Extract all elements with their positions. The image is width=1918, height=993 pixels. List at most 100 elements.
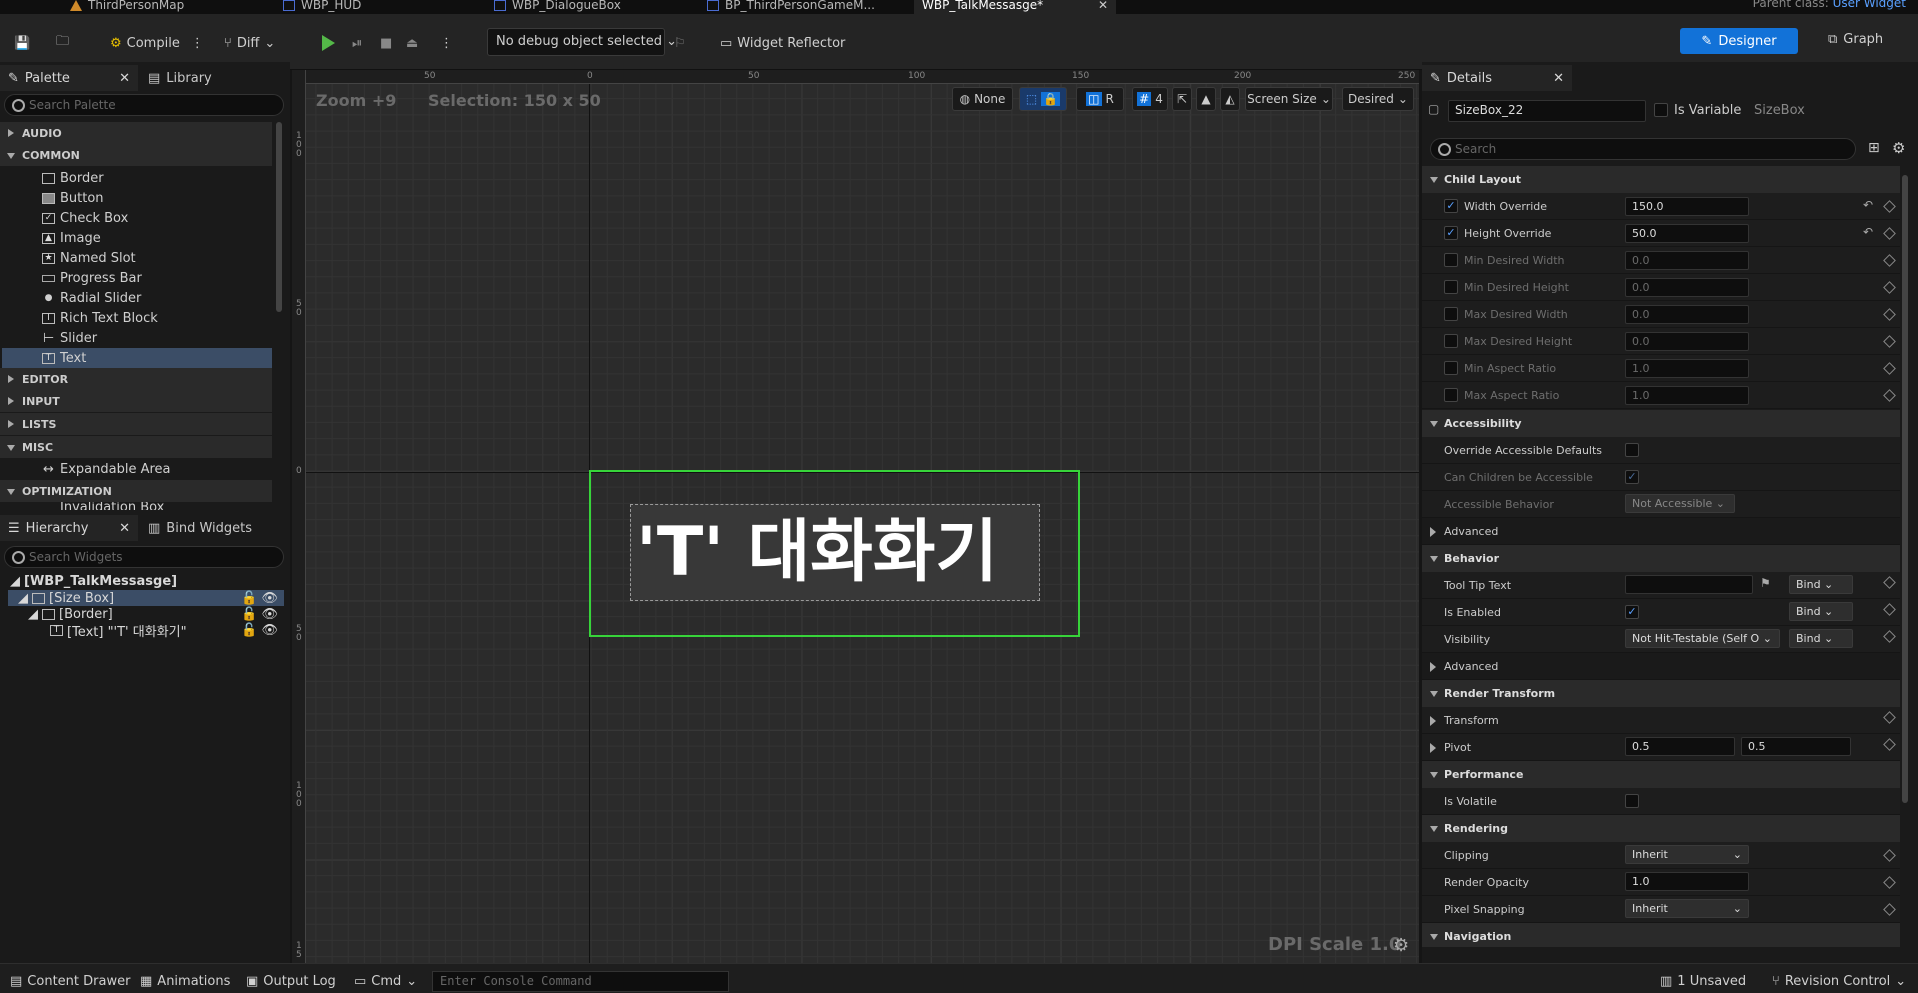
override-checkbox[interactable]: ✓ bbox=[1444, 199, 1458, 213]
play-options-button[interactable]: ⋮ bbox=[440, 32, 453, 54]
override-value-field[interactable]: 0.0 bbox=[1625, 251, 1749, 270]
fill-screen-dropdown[interactable]: Desired ⌄ bbox=[1342, 87, 1414, 111]
palette-category-input[interactable]: INPUT bbox=[0, 390, 272, 412]
override-checkbox[interactable]: ✓ bbox=[1444, 226, 1458, 240]
override-accessible-checkbox[interactable] bbox=[1625, 443, 1639, 457]
accessible-behavior-dropdown[interactable]: Not Accessible ⌄ bbox=[1625, 494, 1735, 513]
override-checkbox[interactable] bbox=[1444, 307, 1458, 321]
debug-filter-button[interactable]: ⚐ bbox=[674, 32, 686, 54]
override-checkbox[interactable] bbox=[1444, 361, 1458, 375]
tooltip-field[interactable] bbox=[1625, 575, 1753, 594]
override-checkbox[interactable] bbox=[1444, 334, 1458, 348]
output-log-button[interactable]: ▣ Output Log bbox=[246, 974, 336, 989]
hierarchy-item-size-box[interactable]: ◢ [Size Box] 🔓 👁 bbox=[8, 590, 284, 606]
tab-bind-widgets[interactable]: ▥ Bind Widgets bbox=[140, 515, 260, 541]
palette-item-invalidation-box[interactable]: Invalidation Box bbox=[42, 502, 164, 510]
tab-bp-thirdpersongamemode[interactable]: BP_ThirdPersonGameM... bbox=[707, 0, 875, 14]
palette-item-border[interactable]: Border bbox=[42, 168, 104, 188]
tab-details[interactable]: ✎ Details ✕ bbox=[1422, 65, 1572, 91]
section-behavior[interactable]: Behavior bbox=[1422, 545, 1900, 572]
dpi-settings-gear-icon[interactable]: ⚙ bbox=[1393, 935, 1409, 956]
palette-category-common[interactable]: COMMON bbox=[0, 144, 272, 166]
lock-icon[interactable]: 🔓 bbox=[241, 623, 257, 638]
is-volatile-checkbox[interactable] bbox=[1625, 794, 1639, 808]
culture-preview-button[interactable]: ◍ None bbox=[952, 87, 1013, 111]
palette-item-expandable-area[interactable]: ↔ Expandable Area bbox=[42, 459, 170, 479]
revision-control-button[interactable]: ⑂ Revision Control ⌄ bbox=[1772, 974, 1906, 989]
compile-button[interactable]: ⚙ Compile ⋮ bbox=[110, 32, 204, 54]
diff-button[interactable]: ⑂ Diff ⌄ bbox=[224, 32, 275, 54]
flip-button[interactable]: ◭ bbox=[1220, 87, 1240, 111]
tab-third-person-map[interactable]: ThirdPersonMap bbox=[70, 0, 184, 14]
details-search-input[interactable]: Search bbox=[1430, 138, 1856, 160]
reset-to-default-icon[interactable]: ↶ bbox=[1863, 225, 1873, 239]
pivot-x-field[interactable]: 0.5 bbox=[1625, 737, 1735, 756]
play-button[interactable] bbox=[322, 32, 335, 54]
save-button[interactable]: 💾 bbox=[14, 32, 30, 54]
tab-wbp-talkmessasge[interactable]: WBP_TalkMessasge* ✕ bbox=[914, 0, 1116, 14]
section-rendering[interactable]: Rendering bbox=[1422, 815, 1900, 842]
settings-gear-icon[interactable]: ⚙ bbox=[1892, 139, 1905, 157]
step-button[interactable]: ⏯ bbox=[352, 32, 362, 54]
hierarchy-item-text[interactable]: T [Text] "'T' 대화화기" 🔓 👁 bbox=[50, 622, 284, 640]
tab-library[interactable]: ▤ Library bbox=[140, 65, 220, 91]
text-widget[interactable]: 'T' 대화화기 bbox=[636, 508, 1040, 598]
lock-icon[interactable]: 🔓 bbox=[241, 607, 257, 622]
override-value-field[interactable]: 0.0 bbox=[1625, 332, 1749, 351]
preview-mode-button[interactable]: ⇱ bbox=[1172, 87, 1192, 111]
section-accessibility[interactable]: Accessibility bbox=[1422, 410, 1900, 437]
override-value-field[interactable]: 0.0 bbox=[1625, 278, 1749, 297]
unsaved-button[interactable]: ▥ 1 Unsaved bbox=[1660, 974, 1746, 989]
section-navigation[interactable]: Navigation bbox=[1422, 923, 1900, 947]
graph-mode-button[interactable]: ⧉ Graph bbox=[1828, 32, 1883, 47]
compile-options-icon[interactable]: ⋮ bbox=[191, 36, 204, 51]
palette-item-check-box[interactable]: ✓ Check Box bbox=[42, 208, 128, 228]
override-value-field[interactable]: 150.0 bbox=[1625, 197, 1749, 216]
palette-category-editor[interactable]: EDITOR bbox=[0, 368, 272, 390]
palette-category-lists[interactable]: LISTS bbox=[0, 413, 272, 435]
visibility-eye-icon[interactable]: 👁 bbox=[261, 607, 278, 622]
palette-category-optimization[interactable]: OPTIMIZATION bbox=[0, 480, 272, 502]
widget-reflector-button[interactable]: ▭ Widget Reflector bbox=[720, 32, 845, 54]
designer-mode-button[interactable]: ✎ Designer bbox=[1680, 28, 1798, 54]
close-icon[interactable]: ✕ bbox=[1553, 71, 1564, 86]
table-view-icon[interactable]: ⊞ bbox=[1868, 140, 1880, 156]
override-checkbox[interactable] bbox=[1444, 280, 1458, 294]
close-icon[interactable]: ✕ bbox=[119, 71, 130, 86]
is-variable-checkbox[interactable] bbox=[1654, 103, 1668, 117]
background-image-button[interactable]: ▲ bbox=[1196, 87, 1216, 111]
layout-lock-toggle[interactable]: ⬚ 🔒 bbox=[1019, 87, 1067, 111]
palette-item-slider[interactable]: ⊢ Slider bbox=[42, 328, 97, 348]
close-tab-icon[interactable]: ✕ bbox=[1098, 0, 1108, 12]
widget-name-field[interactable]: SizeBox_22 bbox=[1448, 100, 1646, 122]
details-scrollbar[interactable] bbox=[1902, 175, 1908, 803]
grid-snap-toggle[interactable]: #4 bbox=[1132, 87, 1168, 111]
visibility-eye-icon[interactable]: 👁 bbox=[261, 591, 278, 606]
enabled-bind-dropdown[interactable]: Bind ⌄ bbox=[1789, 602, 1853, 621]
palette-item-radial-slider[interactable]: ● Radial Slider bbox=[42, 288, 142, 308]
cmd-dropdown[interactable]: ▭ Cmd ⌄ bbox=[354, 974, 417, 989]
tab-wbp-hud[interactable]: WBP_HUD bbox=[283, 0, 361, 14]
console-command-input[interactable]: Enter Console Command bbox=[432, 971, 729, 992]
override-value-field[interactable]: 1.0 bbox=[1625, 359, 1749, 378]
palette-item-button[interactable]: Button bbox=[42, 188, 104, 208]
pivot-y-field[interactable]: 0.5 bbox=[1741, 737, 1851, 756]
palette-item-text[interactable]: T Text bbox=[2, 348, 272, 368]
animations-button[interactable]: ▦ Animations bbox=[140, 974, 230, 989]
content-drawer-button[interactable]: ▤ Content Drawer bbox=[10, 974, 130, 989]
override-checkbox[interactable] bbox=[1444, 253, 1458, 267]
eject-button[interactable]: ⏏ bbox=[406, 32, 418, 54]
override-checkbox[interactable] bbox=[1444, 388, 1458, 402]
render-opacity-field[interactable]: 1.0 bbox=[1625, 872, 1749, 891]
palette-category-misc[interactable]: MISC bbox=[0, 436, 272, 458]
stop-button[interactable]: ■ bbox=[380, 32, 392, 54]
respect-locks-toggle[interactable]: ◫ R bbox=[1076, 87, 1124, 111]
section-child-layout[interactable]: Child Layout bbox=[1422, 166, 1900, 193]
section-performance[interactable]: Performance bbox=[1422, 761, 1900, 788]
pixel-snapping-dropdown[interactable]: Inherit ⌄ bbox=[1625, 899, 1749, 918]
is-enabled-checkbox[interactable]: ✓ bbox=[1625, 605, 1639, 619]
visibility-bind-dropdown[interactable]: Bind ⌄ bbox=[1789, 629, 1853, 648]
tab-palette[interactable]: ✎ Palette ✕ bbox=[0, 65, 138, 91]
palette-item-named-slot[interactable]: ★ Named Slot bbox=[42, 248, 136, 268]
hierarchy-root[interactable]: ◢ [WBP_TalkMessasge] bbox=[10, 573, 177, 589]
